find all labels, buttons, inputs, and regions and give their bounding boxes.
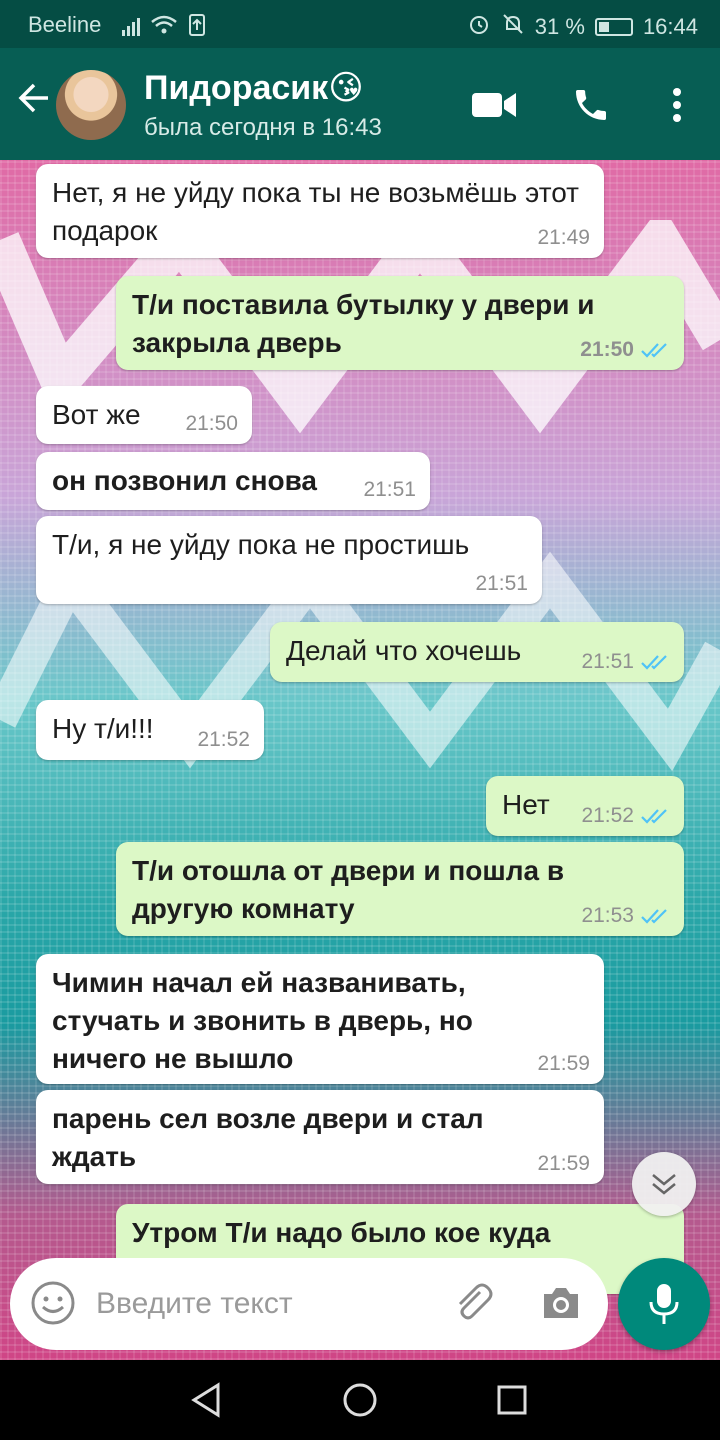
phone-icon[interactable] [566,80,616,130]
message-bubble-outgoing[interactable]: Т/и поставила бутылку у двери и закрыла … [116,276,684,370]
message-composer [10,1258,608,1350]
message-text: Т/и, я не уйду пока не простишь [52,529,470,560]
message-text: Утром Т/и надо было кое куда [132,1217,551,1248]
message-time: 21:59 [537,1052,590,1075]
message-text: Нет, я не уйду пока ты не возьмёшь этот … [52,177,580,246]
chat-header: Пидорасик😘 была сегодня в 16:43 [0,48,720,160]
message-bubble-incoming[interactable]: Чимин начал ей названивать, стучать и зв… [36,954,604,1084]
message-bubble-incoming[interactable]: Т/и, я не уйду пока не простишь 21:51 [36,516,542,604]
double-check-icon [641,809,667,824]
message-time: 21:53 [581,904,634,927]
clock: 16:44 [642,14,698,39]
last-seen-status: была сегодня в 16:43 [144,114,382,141]
more-vert-icon[interactable] [652,80,702,130]
mic-button[interactable] [618,1258,710,1350]
chat-area[interactable]: Нет, я не уйду пока ты не возьмёшь этот … [0,160,720,1360]
message-time: 21:51 [475,572,528,595]
mic-icon [649,1284,679,1324]
mute-bell-icon [501,12,525,42]
paperclip-icon[interactable] [450,1280,496,1331]
message-text: парень сел возле двери и стал ждать [52,1103,484,1172]
carrier-name: Beeline [28,12,102,37]
signal-wifi-icon [122,12,214,44]
camera-icon[interactable] [538,1280,584,1331]
system-navigation-bar [0,1360,720,1440]
double-check-icon [641,343,667,358]
chevron-down-icon [652,1174,676,1195]
contact-name[interactable]: Пидорасик😘 [144,68,364,108]
message-time: 21:50 [185,412,238,435]
message-bubble-incoming[interactable]: парень сел возле двери и стал ждать 21:5… [36,1090,604,1184]
message-time: 21:52 [581,804,634,827]
double-check-icon [641,909,667,924]
message-text: он позвонил снова [52,465,318,496]
double-check-icon [641,655,667,670]
message-time: 21:51 [363,478,416,501]
avatar[interactable] [56,70,126,140]
message-time: 21:51 [581,650,634,673]
nav-home-icon[interactable] [340,1380,380,1420]
message-bubble-incoming[interactable]: Ну т/и!!! 21:52 [36,700,264,760]
status-bar: Beeline 31 % 16:44 [0,0,720,48]
message-time: 21:49 [537,226,590,249]
message-bubble-outgoing[interactable]: Т/и отошла от двери и пошла в другую ком… [116,842,684,936]
battery-icon [594,18,633,36]
message-bubble-incoming[interactable]: Нет, я не уйду пока ты не возьмёшь этот … [36,164,604,258]
message-bubble-incoming[interactable]: Вот же 21:50 [36,386,252,444]
message-bubble-incoming[interactable]: он позвонил снова 21:51 [36,452,430,510]
message-bubble-outgoing[interactable]: Делай что хочешь 21:51 [270,622,684,682]
message-bubble-outgoing[interactable]: Нет 21:52 [486,776,684,836]
message-input[interactable] [96,1280,436,1328]
nav-recents-icon[interactable] [492,1380,532,1420]
battery-percent: 31 % [534,14,585,39]
nav-back-icon[interactable] [186,1380,226,1420]
emoji-icon[interactable] [30,1280,76,1331]
message-text: Чимин начал ей названивать, стучать и зв… [52,967,473,1074]
scroll-to-bottom-button[interactable] [632,1152,696,1216]
message-time: 21:52 [197,728,250,751]
video-call-icon[interactable] [470,80,520,130]
message-time: 21:59 [537,1152,590,1175]
alarm-icon [467,12,491,42]
message-time: 21:50 [580,338,634,361]
back-arrow-icon[interactable] [12,80,56,124]
